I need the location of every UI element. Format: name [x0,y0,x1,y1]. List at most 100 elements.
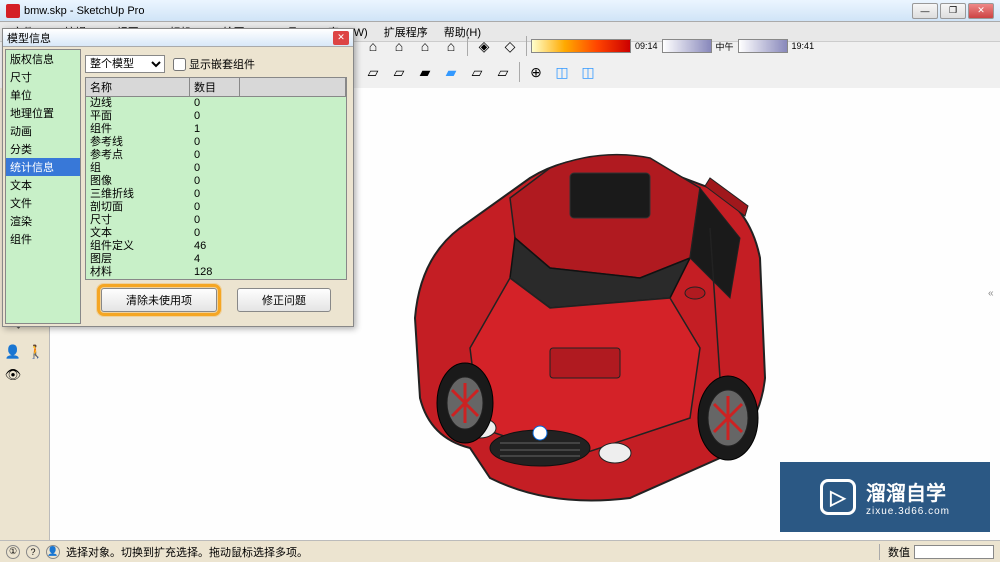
cell-name: 组件定义 [86,240,190,253]
dialog-sidebar: 版权信息 尺寸 单位 地理位置 动画 分类 统计信息 文本 文件 渲染 组件 [5,49,81,324]
cell-count: 0 [190,162,204,175]
cube-icon-2[interactable]: ◇ [498,34,522,58]
layer-icon-6[interactable]: ▱ [491,60,515,84]
table-row[interactable]: 图像0 [86,175,346,188]
cube-nav-icon[interactable]: ◫ [550,60,574,84]
table-body: 边线0平面0组件1参考线0参考点0组0图像0三维折线0剖切面0尺寸0文本0组件定… [86,97,346,279]
statusbar: ① ? 👤 选择对象。切换到扩充选择。拖动鼠标选择多项。 数值 [0,540,1000,562]
house-icon[interactable]: ⌂ [361,34,385,58]
dialog-close-icon[interactable]: ✕ [333,31,349,45]
col-count[interactable]: 数目 [190,78,240,96]
close-button[interactable]: ✕ [968,3,994,19]
cell-name: 剖切面 [86,201,190,214]
time-slider[interactable] [662,39,712,53]
table-row[interactable]: 组0 [86,162,346,175]
sidebar-item-location[interactable]: 地理位置 [6,104,80,122]
time-label-1: 09:14 [635,41,658,51]
cell-name: 平面 [86,110,190,123]
sidebar-item-file[interactable]: 文件 [6,194,80,212]
layer-icon-3[interactable]: ▰ [413,60,437,84]
nested-checkbox-label: 显示嵌套组件 [189,56,255,72]
maximize-button[interactable]: ❐ [940,3,966,19]
model-info-dialog: 模型信息 ✕ 版权信息 尺寸 单位 地理位置 动画 分类 统计信息 文本 文件 … [2,28,354,327]
table-row[interactable]: 边线0 [86,97,346,110]
cell-name: 三维折线 [86,188,190,201]
layer-icon[interactable]: ▱ [361,60,385,84]
app-icon [6,4,20,18]
walk-icon[interactable]: 🚶 [25,341,47,363]
table-row[interactable]: 剖切面0 [86,201,346,214]
nested-checkbox[interactable]: 显示嵌套组件 [173,56,255,72]
clear-unused-button[interactable]: 清除未使用项 [101,288,217,312]
cube-nav-icon-2[interactable]: ◫ [576,60,600,84]
cell-name: 尺寸 [86,214,190,227]
watermark-sub: zixue.3d66.com [866,506,950,517]
position-camera-icon[interactable]: 👤 [2,341,24,363]
value-input[interactable] [914,545,994,559]
cell-name: 边线 [86,97,190,110]
layer-icon-4[interactable]: ▰ [439,60,463,84]
sidebar-item-component[interactable]: 组件 [6,230,80,248]
house-icon-3[interactable]: ⌂ [413,34,437,58]
car-model[interactable] [330,88,810,538]
sidebar-item-statistics[interactable]: 统计信息 [6,158,80,176]
cell-name: 图像 [86,175,190,188]
shadow-toolbar: 09:14 中午 19:41 [531,39,814,53]
look-icon[interactable]: 👁 [2,364,24,386]
titlebar: bmw.skp - SketchUp Pro — ❐ ✕ [0,0,1000,22]
cell-name: 文本 [86,227,190,240]
layer-icon-2[interactable]: ▱ [387,60,411,84]
noon-label: 中午 [716,40,734,53]
table-row[interactable]: 三维折线0 [86,188,346,201]
watermark-text: 溜溜自学 [866,483,946,505]
separator [519,62,520,82]
cell-count: 0 [190,188,204,201]
minimize-button[interactable]: — [912,3,938,19]
sidebar-item-units[interactable]: 单位 [6,86,80,104]
status-help-icon[interactable]: ? [26,545,40,559]
table-row[interactable]: 文本0 [86,227,346,240]
status-person-icon[interactable]: 👤 [46,545,60,559]
month-slider[interactable] [531,39,631,53]
layer-icon-5[interactable]: ▱ [465,60,489,84]
table-row[interactable]: 图层4 [86,253,346,266]
nested-checkbox-input[interactable] [173,58,186,71]
cell-name: 材料 [86,266,190,279]
table-row[interactable]: 尺寸0 [86,214,346,227]
sidebar-item-dimensions[interactable]: 尺寸 [6,68,80,86]
cell-count: 0 [190,149,204,162]
fix-problems-button[interactable]: 修正问题 [237,288,331,312]
dialog-main: 整个模型 显示嵌套组件 名称 数目 边线0平面0组件1参考线0参考点0组0图像0… [81,49,351,324]
nav-icon[interactable]: ⊕ [524,60,548,84]
watermark: ▷ 溜溜自学 zixue.3d66.com [780,462,990,532]
sidebar-item-classify[interactable]: 分类 [6,140,80,158]
stats-table: 名称 数目 边线0平面0组件1参考线0参考点0组0图像0三维折线0剖切面0尺寸0… [85,77,347,280]
value-label: 数值 [888,544,910,560]
sidebar-item-animation[interactable]: 动画 [6,122,80,140]
cube-icon[interactable]: ◈ [472,34,496,58]
sidebar-item-text[interactable]: 文本 [6,176,80,194]
cell-count: 1 [190,123,204,136]
table-row[interactable]: 参考点0 [86,149,346,162]
house-icon-2[interactable]: ⌂ [387,34,411,58]
scroll-indicator: « [988,288,998,308]
sidebar-item-render[interactable]: 渲染 [6,212,80,230]
sidebar-item-copyright[interactable]: 版权信息 [6,50,80,68]
cell-count: 128 [190,266,216,279]
table-row[interactable]: 组件1 [86,123,346,136]
cell-count: 0 [190,110,204,123]
col-name[interactable]: 名称 [86,78,190,96]
scope-select[interactable]: 整个模型 [85,55,165,73]
house-icon-4[interactable]: ⌂ [439,34,463,58]
table-row[interactable]: 平面0 [86,110,346,123]
table-row[interactable]: 材料128 [86,266,346,279]
dialog-titlebar[interactable]: 模型信息 ✕ [3,29,353,47]
status-info-icon[interactable]: ① [6,545,20,559]
table-row[interactable]: 组件定义46 [86,240,346,253]
separator [467,36,468,56]
table-row[interactable]: 参考线0 [86,136,346,149]
window-title: bmw.skp - SketchUp Pro [24,5,912,17]
table-header: 名称 数目 [86,78,346,97]
time-slider-2[interactable] [738,39,788,53]
separator [526,36,527,56]
